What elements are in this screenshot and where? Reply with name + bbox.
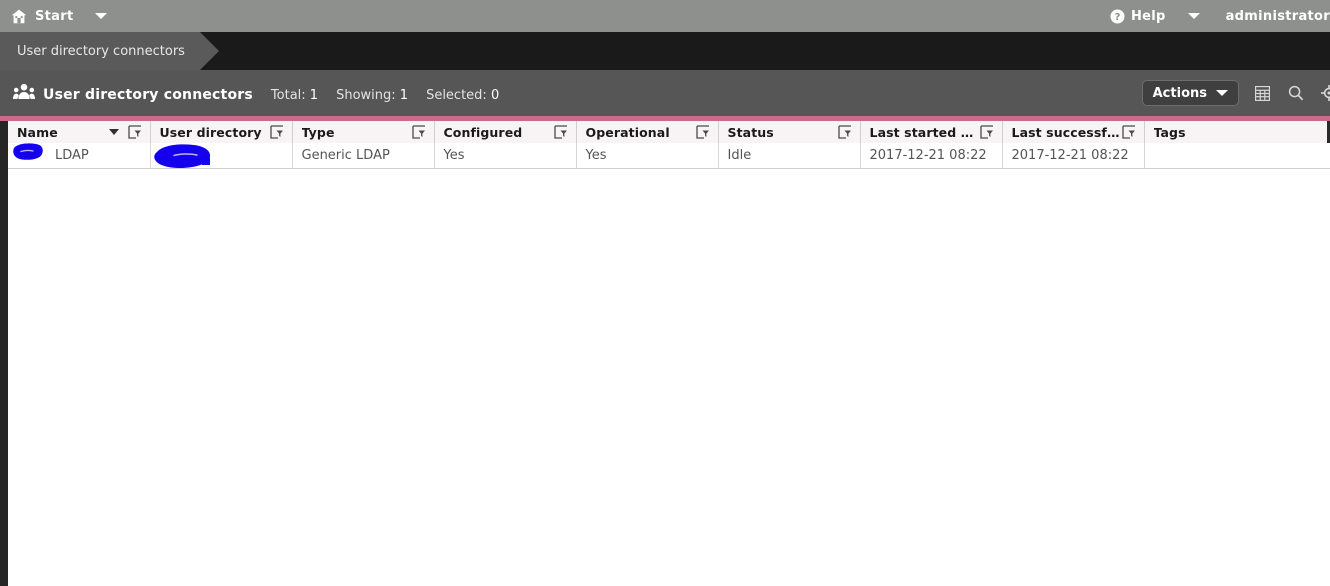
breadcrumb-item-user-directory-connectors[interactable]: User directory connectors <box>0 32 219 70</box>
page-root: Start ? Help administrator User director… <box>0 0 1330 586</box>
column-header-type[interactable]: Type <box>292 121 435 143</box>
users-group-icon <box>13 83 43 99</box>
table-header-row: Name User directory Type Configured Oper… <box>8 121 1330 143</box>
column-header-configured[interactable]: Configured <box>434 121 577 143</box>
stat-showing-value: 1 <box>399 88 409 103</box>
breadcrumb-bar: User directory connectors <box>0 32 1330 70</box>
stat-showing-label: Showing: <box>336 88 396 103</box>
column-header-configured-label: Configured <box>443 124 523 140</box>
filter-icon[interactable] <box>695 125 710 139</box>
column-header-operational[interactable]: Operational <box>576 121 719 143</box>
sort-descending-icon[interactable] <box>108 129 119 135</box>
cell-operational-label: Yes <box>585 147 607 163</box>
cell-type-label: Generic LDAP <box>301 147 390 163</box>
column-header-operational-label: Operational <box>585 124 670 140</box>
stat-total: Total: 1 <box>271 88 318 103</box>
stat-selected: Selected: 0 <box>426 88 499 103</box>
table-body: LDAP Generic LDAP Yes Yes Idle 2017-12-2… <box>8 143 1330 169</box>
breadcrumb-label: User directory connectors <box>17 43 185 59</box>
chevron-down-icon[interactable] <box>1187 13 1200 19</box>
help-circle-icon[interactable]: ? <box>1110 9 1131 24</box>
settings-gear-icon[interactable] <box>1318 82 1330 104</box>
current-user-label[interactable]: administrator <box>1226 9 1330 24</box>
page-title: User directory connectors <box>43 87 253 103</box>
cell-status[interactable]: Idle <box>718 143 861 169</box>
svg-text:?: ? <box>1115 12 1121 23</box>
actions-button[interactable]: Actions <box>1141 80 1239 106</box>
toolbar-title-group: User directory connectors Total: 1 Showi… <box>0 83 499 103</box>
cell-last-successful-sync[interactable]: 2017-12-21 08:22 <box>1002 143 1145 169</box>
stat-total-label: Total: <box>270 88 306 103</box>
column-header-user-directory-label: User directory <box>159 124 262 140</box>
start-menu-label[interactable]: Start <box>35 9 73 24</box>
chevron-down-icon[interactable] <box>95 13 108 19</box>
top-bar-right-group: ? Help administrator <box>1110 9 1330 24</box>
filter-icon[interactable] <box>411 125 426 139</box>
cell-configured[interactable]: Yes <box>434 143 577 169</box>
stat-selected-label: Selected: <box>426 88 487 103</box>
cell-operational[interactable]: Yes <box>576 143 719 169</box>
column-header-type-label: Type <box>301 124 335 140</box>
top-bar-left-group: Start <box>0 9 108 24</box>
cell-type[interactable]: Generic LDAP <box>292 143 435 169</box>
toolbar-actions-group: Actions <box>1141 80 1330 106</box>
table-view-icon[interactable] <box>1251 82 1273 104</box>
stat-total-value: 1 <box>309 88 319 103</box>
table-header: Name User directory Type Configured Oper… <box>8 121 1330 143</box>
column-header-last-started-sync[interactable]: Last started sync <box>860 121 1003 143</box>
column-header-name[interactable]: Name <box>8 121 151 143</box>
connectors-table: Name User directory Type Configured Oper… <box>8 121 1330 169</box>
cell-user-directory[interactable] <box>150 143 293 169</box>
column-header-last-successful-sync-label: Last successfu... <box>1011 124 1122 140</box>
column-header-user-directory[interactable]: User directory <box>150 121 293 143</box>
column-header-status[interactable]: Status <box>718 121 861 143</box>
stat-selected-value: 0 <box>490 88 500 103</box>
home-icon[interactable] <box>11 9 35 24</box>
left-gutter <box>0 121 8 586</box>
cell-name-label: LDAP <box>55 147 89 163</box>
cell-configured-label: Yes <box>443 147 465 163</box>
filter-icon[interactable] <box>837 125 852 139</box>
filter-icon[interactable] <box>269 125 284 139</box>
table-row[interactable]: LDAP Generic LDAP Yes Yes Idle 2017-12-2… <box>8 143 1330 169</box>
column-header-last-started-sync-label: Last started sync <box>869 124 980 140</box>
filter-icon[interactable] <box>553 125 568 139</box>
column-header-last-successful-sync[interactable]: Last successfu... <box>1002 121 1145 143</box>
content-toolbar: User directory connectors Total: 1 Showi… <box>0 70 1330 116</box>
column-header-name-label: Name <box>17 124 58 140</box>
column-header-tags[interactable]: Tags <box>1144 121 1330 143</box>
stat-showing: Showing: 1 <box>336 88 408 103</box>
filter-icon[interactable] <box>127 125 142 139</box>
column-header-tags-label: Tags <box>1153 124 1186 140</box>
column-header-status-label: Status <box>727 124 774 140</box>
chevron-down-icon <box>1216 90 1228 96</box>
help-menu-label[interactable]: Help <box>1131 9 1166 24</box>
filter-icon[interactable] <box>979 125 994 139</box>
cell-status-label: Idle <box>727 147 752 163</box>
search-icon[interactable] <box>1285 82 1307 104</box>
cell-name[interactable]: LDAP <box>8 143 151 169</box>
filter-icon[interactable] <box>1121 125 1136 139</box>
cell-last-successful-sync-label: 2017-12-21 08:22 <box>1011 147 1129 163</box>
cell-last-started-sync-label: 2017-12-21 08:22 <box>869 147 987 163</box>
cell-tags[interactable] <box>1144 143 1330 169</box>
global-top-bar: Start ? Help administrator <box>0 0 1330 32</box>
actions-button-label: Actions <box>1152 85 1207 101</box>
cell-last-started-sync[interactable]: 2017-12-21 08:22 <box>860 143 1003 169</box>
table-region: Name User directory Type Configured Oper… <box>0 121 1330 586</box>
